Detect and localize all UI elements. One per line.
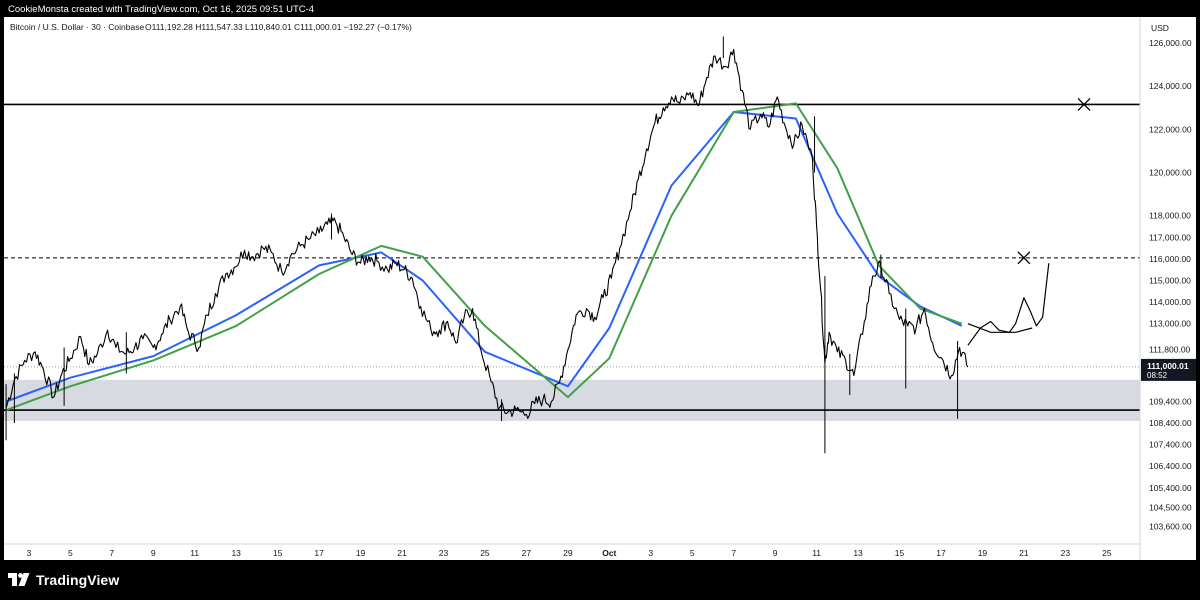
time-tick-label: 25 — [480, 548, 490, 558]
attribution-text: CookieMonsta created with TradingView.co… — [8, 4, 315, 15]
time-tick-label: 11 — [190, 548, 199, 558]
support-zone-layer — [4, 379, 1140, 421]
price-tick-label: 124,000.00 — [1149, 81, 1192, 91]
currency-label: USD — [1151, 23, 1169, 33]
time-tick-label: 25 — [1102, 548, 1112, 558]
time-tick-label: 9 — [773, 548, 778, 558]
current-price-label: 111,000.01 — [1147, 361, 1189, 371]
price-tick-label: 113,000.00 — [1149, 319, 1191, 329]
price-tick-label: 116,000.00 — [1149, 254, 1191, 264]
time-tick-label: 27 — [522, 548, 532, 558]
price-chart[interactable]: 126,000.00 124,000.00 122,000.00 120,000.00… — [4, 17, 1196, 560]
price-tick-label: 126,000.00 — [1149, 38, 1192, 48]
price-tick-label: 115,000.00 — [1149, 276, 1191, 286]
footer-bar: TradingView — [8, 568, 119, 592]
time-tick-label: 15 — [895, 548, 905, 558]
time-tick-label: 7 — [109, 548, 114, 558]
time-tick-label: 7 — [731, 548, 736, 558]
price-tick-label: 106,400.00 — [1149, 461, 1192, 471]
time-tick-label: 23 — [1061, 548, 1071, 558]
time-tick-label: 19 — [356, 548, 366, 558]
time-tick-label: 13 — [231, 548, 241, 558]
time-tick-label: 3 — [648, 548, 653, 558]
time-tick-label: 15 — [273, 548, 283, 558]
price-tick-label: 114,000.00 — [1149, 297, 1191, 307]
time-tick-label: 3 — [27, 548, 32, 558]
price-tick-label: 118,000.00 — [1149, 211, 1191, 221]
tradingview-logo-icon — [8, 573, 30, 586]
symbol-title: Bitcoin / U.S. Dollar · 30 · Coinbase — [10, 22, 144, 32]
price-tick-label: 108,400.00 — [1149, 418, 1192, 428]
price-tick-label: 120,000.00 — [1149, 168, 1192, 178]
plot-background — [4, 17, 1140, 544]
price-tick-label: 104,500.00 — [1149, 502, 1192, 512]
time-tick-label: 9 — [151, 548, 156, 558]
price-axis[interactable]: 126,000.00 124,000.00 122,000.00 120,000.00… — [1141, 38, 1196, 532]
chart-panel: 126,000.00 124,000.00 122,000.00 120,000.00… — [4, 17, 1196, 560]
price-tick-label: 109,400.00 — [1149, 396, 1192, 406]
ohlc-values: O111,192.28 H111,547.33 L110,840.01 C111… — [145, 22, 412, 32]
time-tick-label: 21 — [1019, 548, 1029, 558]
chart-frame: CookieMonsta created with TradingView.co… — [0, 0, 1200, 600]
footer-brand: TradingView — [36, 572, 120, 588]
time-tick-label: Oct — [602, 548, 616, 558]
bar-countdown-label: 08:52 — [1147, 371, 1168, 380]
time-tick-label: 19 — [978, 548, 988, 558]
price-tick-label: 107,400.00 — [1149, 440, 1192, 450]
price-tick-label: 103,600.00 — [1149, 522, 1192, 532]
time-tick-label: 5 — [690, 548, 695, 558]
time-tick-label: 17 — [936, 548, 946, 558]
price-tick-label: 105,400.00 — [1149, 483, 1192, 493]
time-tick-label: 13 — [853, 548, 863, 558]
time-tick-label: 21 — [397, 548, 407, 558]
time-axis[interactable]: 3 5 7 9 11 13 15 17 19 21 23 25 27 29 Oct 3 5 7 9 11 13 15 17 1… — [27, 548, 1112, 558]
price-tick-label: 122,000.00 — [1149, 124, 1192, 134]
time-tick-label: 23 — [439, 548, 449, 558]
time-tick-label: 17 — [314, 548, 324, 558]
time-tick-label: 11 — [812, 548, 821, 558]
support-zone — [4, 379, 1140, 421]
price-tick-label: 117,000.00 — [1149, 232, 1191, 242]
time-tick-label: 29 — [563, 548, 573, 558]
time-tick-label: 5 — [68, 548, 73, 558]
price-tick-label: 111,800.00 — [1149, 345, 1191, 355]
